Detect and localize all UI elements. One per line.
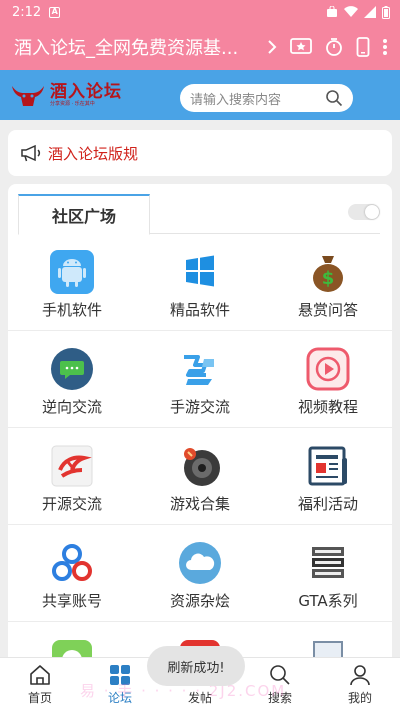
search-icon[interactable] bbox=[325, 89, 343, 107]
forum-item-mobile-software[interactable]: 手机软件 bbox=[8, 234, 136, 331]
timer-icon[interactable] bbox=[324, 37, 344, 57]
toast-message: 刷新成功! bbox=[147, 646, 245, 686]
site-header: 酒入论坛 分享资源 · 乐在其中 请输入搜索内容 bbox=[0, 70, 400, 120]
cast-star-icon[interactable] bbox=[290, 37, 312, 57]
forum-item-game-collection[interactable]: 游戏合集 bbox=[136, 428, 264, 525]
forum-item-label: 共享账号 bbox=[41, 592, 102, 610]
forum-item-label: 开源交流 bbox=[41, 495, 102, 513]
forum-item-label: 手游交流 bbox=[169, 398, 230, 416]
battery-icon bbox=[382, 5, 390, 19]
forum-row: 手机软件 精品软件 $ 悬赏问答 bbox=[8, 234, 392, 331]
nav-label: 发帖 bbox=[187, 691, 212, 705]
cloud-icon bbox=[178, 541, 222, 585]
windows-icon bbox=[178, 250, 222, 294]
bag-icon bbox=[327, 6, 337, 17]
forum-item-bounty-qa[interactable]: $ 悬赏问答 bbox=[264, 234, 392, 331]
search-placeholder: 请输入搜索内容 bbox=[190, 92, 282, 108]
forum-item-label: GTA系列 bbox=[298, 592, 358, 610]
forum-row: 共享账号 资源杂烩 GTA系列 bbox=[8, 525, 392, 622]
wifi-icon bbox=[344, 6, 358, 18]
nav-home[interactable]: 首页 bbox=[0, 658, 80, 711]
community-card: 社区广场 手机软件 精品软件 $ 悬赏问答 逆向交流 手游交流 视频教程 开源交… bbox=[8, 184, 392, 664]
forum-grid-icon bbox=[110, 665, 130, 685]
nav-profile[interactable]: 我的 bbox=[320, 658, 400, 711]
nav-label: 首页 bbox=[27, 691, 52, 705]
profile-icon bbox=[350, 665, 370, 686]
open-source-icon bbox=[50, 444, 94, 488]
mobile-game-icon bbox=[178, 347, 222, 391]
forum-item-gta-series[interactable]: GTA系列 bbox=[264, 525, 392, 622]
search-icon bbox=[270, 665, 290, 685]
forum-item-reverse-exchange[interactable]: 逆向交流 bbox=[8, 331, 136, 428]
nav-search[interactable]: 搜索 bbox=[240, 658, 320, 711]
home-icon bbox=[30, 665, 50, 685]
forum-row: 开源交流 游戏合集 福利活动 bbox=[8, 428, 392, 525]
nav-label: 我的 bbox=[347, 691, 372, 705]
share-nodes-icon bbox=[50, 541, 94, 585]
forum-item-video-tutorial[interactable]: 视频教程 bbox=[264, 331, 392, 428]
search-input[interactable]: 请输入搜索内容 bbox=[180, 84, 353, 112]
forum-item-label: 精品软件 bbox=[169, 301, 230, 319]
tab-bar: 社区广场 bbox=[18, 194, 380, 235]
forum-item-resource-miscellany[interactable]: 资源杂烩 bbox=[136, 525, 264, 622]
tab-community-square[interactable]: 社区广场 bbox=[18, 194, 150, 235]
logo-subtext: 分享资源 · 乐在其中 bbox=[50, 100, 95, 107]
layout-toggle[interactable] bbox=[348, 204, 380, 220]
forum-item-premium-software[interactable]: 精品软件 bbox=[136, 234, 264, 331]
status-time: 2:12 bbox=[12, 4, 42, 20]
forum-item-mobile-game-exchange[interactable]: 手游交流 bbox=[136, 331, 264, 428]
forum-grid: 手机软件 精品软件 $ 悬赏问答 逆向交流 手游交流 视频教程 开源交流 游戏合… bbox=[8, 234, 392, 664]
android-icon bbox=[50, 250, 94, 294]
forum-row: 逆向交流 手游交流 视频教程 bbox=[8, 331, 392, 428]
more-vertical-icon[interactable] bbox=[382, 38, 388, 56]
forum-item-label: 悬赏问答 bbox=[297, 301, 358, 319]
forum-item-label: 手机软件 bbox=[41, 301, 102, 319]
toggle-knob bbox=[365, 205, 379, 219]
video-play-icon bbox=[306, 347, 350, 391]
gta-logo-icon bbox=[306, 541, 350, 585]
chat-bubble-icon bbox=[50, 347, 94, 391]
page-title: 酒入论坛_全网免费资源基... bbox=[14, 38, 239, 59]
forum-item-label: 福利活动 bbox=[297, 495, 358, 513]
logo-text: 酒入论坛 bbox=[50, 81, 122, 102]
site-logo[interactable]: 酒入论坛 分享资源 · 乐在其中 bbox=[10, 82, 122, 108]
forum-item-welfare-events[interactable]: 福利活动 bbox=[264, 428, 392, 525]
megaphone-icon bbox=[21, 144, 41, 162]
forum-item-label: 视频教程 bbox=[297, 398, 358, 416]
app-bar: 酒入论坛_全网免费资源基... bbox=[0, 24, 400, 70]
chevron-right-icon[interactable] bbox=[266, 38, 278, 56]
svg-text:$: $ bbox=[322, 268, 335, 289]
forum-item-shared-accounts[interactable]: 共享账号 bbox=[8, 525, 136, 622]
bull-logo-icon bbox=[12, 86, 44, 106]
forum-item-label: 游戏合集 bbox=[169, 495, 230, 513]
status-bar: 2:12 A bbox=[0, 0, 400, 24]
signal-icon bbox=[364, 6, 376, 18]
forum-item-label: 逆向交流 bbox=[41, 398, 102, 416]
notification-a-icon: A bbox=[49, 6, 61, 18]
notice-bar[interactable]: 酒入论坛版规 bbox=[8, 130, 392, 176]
money-bag-icon: $ bbox=[306, 250, 350, 294]
notice-text[interactable]: 酒入论坛版规 bbox=[48, 143, 138, 164]
forum-item-label: 资源杂烩 bbox=[169, 592, 230, 610]
nav-label: 搜索 bbox=[267, 691, 292, 705]
newspaper-icon bbox=[306, 444, 350, 488]
game-disc-icon bbox=[178, 444, 222, 488]
nav-label: 论坛 bbox=[107, 691, 132, 705]
phone-icon[interactable] bbox=[356, 37, 370, 57]
forum-item-open-source[interactable]: 开源交流 bbox=[8, 428, 136, 525]
